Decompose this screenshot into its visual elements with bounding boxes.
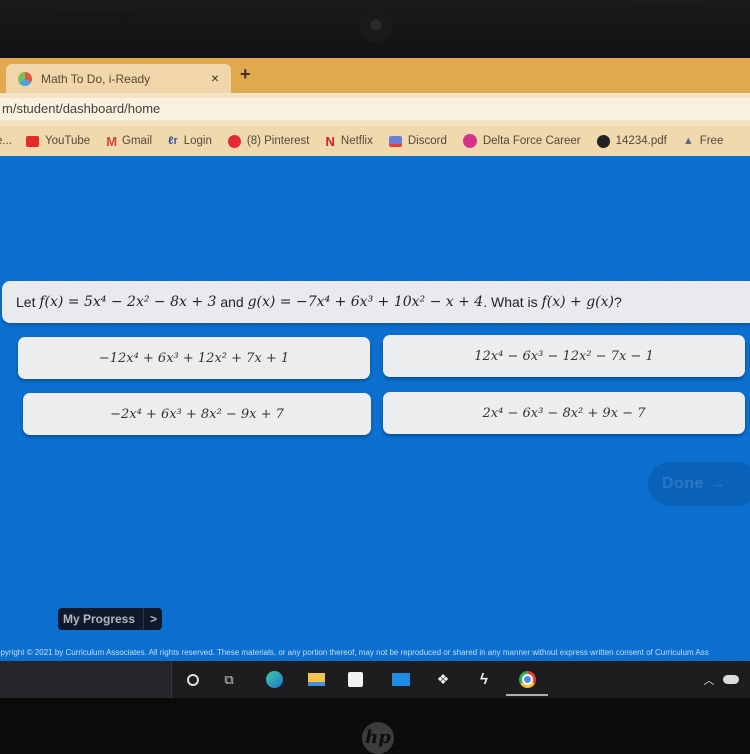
- edge-icon[interactable]: [265, 671, 283, 688]
- youtube-icon: [25, 135, 39, 147]
- chevron-up-icon[interactable]: ︿: [700, 671, 718, 688]
- arrow-right-icon: →: [708, 475, 726, 492]
- active-app-indicator: [506, 694, 548, 696]
- answer-choice-1[interactable]: −12x⁴ + 6x³ + 12x² + 7x + 1: [18, 337, 370, 379]
- bookmark-free[interactable]: ▲ Free: [683, 135, 724, 147]
- globe-icon: [596, 134, 610, 148]
- tab-close-icon[interactable]: ×: [211, 70, 219, 86]
- app-icon[interactable]: ϟ: [475, 671, 493, 688]
- done-button[interactable]: Done →: [648, 462, 750, 506]
- file-explorer-icon[interactable]: [307, 671, 325, 688]
- g-definition: g(x) = −7x⁴ + 6x³ + 10x² − x + 4: [247, 294, 484, 310]
- question-what-is: . What is: [483, 294, 542, 310]
- bookmark-label: (8) Pinterest: [246, 135, 310, 147]
- gmail-icon: M: [106, 133, 118, 149]
- answer-choice-4[interactable]: 2x⁴ − 6x³ − 8x² + 9x − 7: [383, 392, 745, 434]
- onedrive-icon[interactable]: [722, 671, 740, 688]
- tab-title: Math To Do, i-Ready: [41, 72, 151, 86]
- chevron-right-icon: >: [150, 612, 158, 626]
- user-icon: ▲: [682, 135, 694, 147]
- hp-logo: hp: [362, 722, 394, 754]
- bookmark-item[interactable]: e...: [0, 135, 12, 147]
- bookmark-pinterest[interactable]: (8) Pinterest: [227, 134, 310, 148]
- bookmark-label: YouTube: [44, 135, 91, 147]
- delta-force-icon: [462, 134, 477, 148]
- bookmark-netflix[interactable]: N Netflix: [326, 134, 373, 149]
- bookmark-pdf[interactable]: 14234.pdf: [596, 134, 667, 148]
- mail-icon[interactable]: [392, 671, 410, 688]
- chrome-icon[interactable]: [518, 671, 536, 688]
- bookmark-youtube[interactable]: YouTube: [25, 135, 91, 147]
- bezel-detail: [55, 12, 135, 18]
- bookmark-label: e...: [0, 135, 12, 147]
- new-tab-button[interactable]: +: [240, 64, 251, 85]
- answer-choice-2[interactable]: 12x⁴ − 6x³ − 12x² − 7x − 1: [383, 335, 745, 377]
- bookmark-delta-force[interactable]: Delta Force Career: [462, 134, 581, 148]
- question-and: and: [216, 294, 248, 310]
- bookmark-label: Netflix: [340, 135, 373, 147]
- store-icon[interactable]: [346, 671, 364, 688]
- my-progress-label: My Progress: [58, 608, 145, 630]
- answer-choice-3[interactable]: −2x⁴ + 6x³ + 8x² − 9x + 7: [23, 393, 371, 435]
- dropbox-icon[interactable]: ❖: [434, 671, 452, 688]
- bookmark-gmail[interactable]: M Gmail: [106, 134, 152, 149]
- windows-taskbar: ⧉ ❖ ϟ ︿: [0, 661, 750, 698]
- browser-tab-active[interactable]: Math To Do, i-Ready ×: [6, 64, 231, 94]
- question-prompt: Let f(x) = 5x⁴ − 2x² − 8x + 3 and g(x) =…: [2, 281, 750, 323]
- f-definition: f(x) = 5x⁴ − 2x² − 8x + 3: [39, 294, 217, 310]
- login-icon: ℓr: [168, 135, 178, 147]
- question-prefix: Let: [16, 294, 36, 310]
- question-ask: f(x) + g(x): [541, 294, 614, 310]
- screen: Math To Do, i-Ready × + m/student/dashbo…: [0, 58, 750, 698]
- done-label: Done: [662, 475, 704, 492]
- address-bar: m/student/dashboard/home: [0, 93, 750, 126]
- bookmark-label: 14234.pdf: [615, 135, 667, 147]
- discord-icon: [388, 135, 402, 147]
- taskbar-search-box[interactable]: [0, 661, 172, 698]
- bookmark-login[interactable]: ℓr Login: [168, 135, 212, 147]
- netflix-icon: N: [325, 133, 335, 149]
- iready-page: Let f(x) = 5x⁴ − 2x² − 8x + 3 and g(x) =…: [0, 156, 750, 661]
- pinterest-icon: [227, 134, 241, 148]
- bezel-detail: [630, 0, 710, 6]
- my-progress-button[interactable]: My Progress >: [58, 608, 162, 630]
- laptop-bezel-top: [0, 0, 750, 60]
- bookmark-label: Login: [183, 135, 212, 147]
- iready-favicon-icon: [18, 72, 32, 86]
- bookmark-label: Gmail: [122, 135, 153, 147]
- browser-tab-strip: Math To Do, i-Ready × +: [0, 58, 750, 94]
- url-input[interactable]: m/student/dashboard/home: [0, 98, 750, 120]
- cortana-icon[interactable]: [184, 671, 202, 688]
- bookmark-label: Free: [699, 135, 724, 147]
- bookmark-label: Delta Force Career: [482, 135, 581, 147]
- copyright-text: opyright © 2021 by Curriculum Associates…: [0, 648, 709, 657]
- question-suffix: ?: [613, 294, 622, 310]
- task-view-icon[interactable]: ⧉: [220, 671, 238, 688]
- bookmark-label: Discord: [407, 135, 447, 147]
- bookmarks-bar: e... YouTube M Gmail ℓr Login (8) Pinter…: [0, 126, 750, 156]
- bookmark-discord[interactable]: Discord: [388, 135, 447, 147]
- webcam: [360, 8, 392, 42]
